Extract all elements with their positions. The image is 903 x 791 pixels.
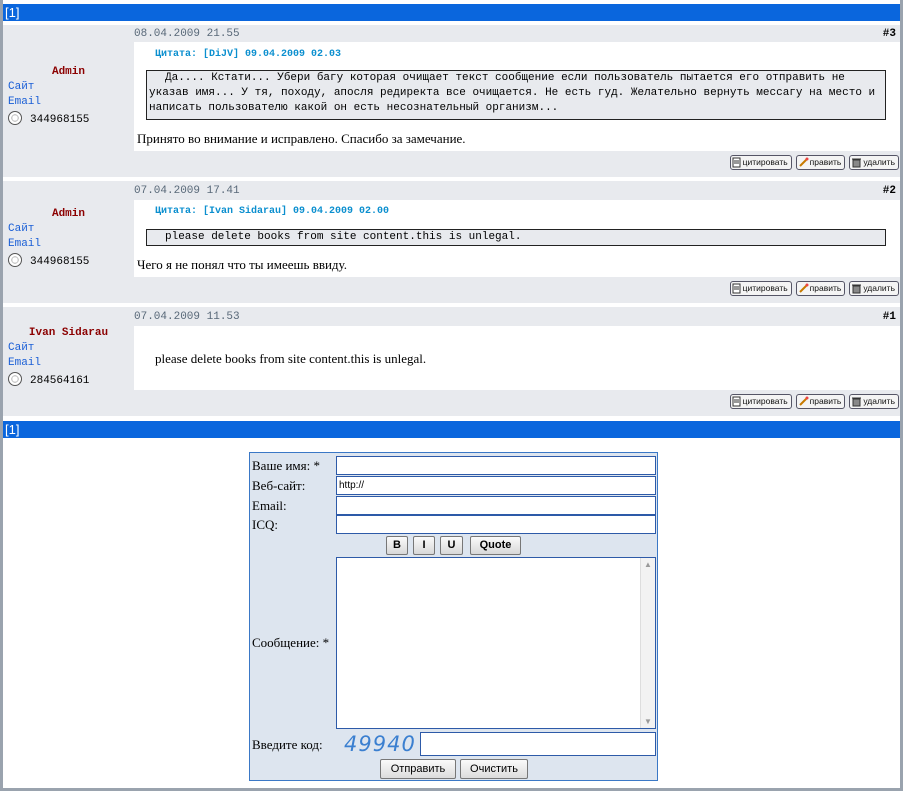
name-label: Ваше имя: * bbox=[252, 458, 320, 473]
icq-icon bbox=[8, 111, 22, 125]
website-label: Веб-сайт: bbox=[252, 478, 306, 493]
edit-post-button[interactable]: править bbox=[795, 394, 846, 409]
trash-icon bbox=[852, 397, 862, 407]
captcha-label: Введите код: bbox=[252, 737, 323, 752]
icq-input[interactable] bbox=[336, 515, 656, 534]
email-input[interactable] bbox=[336, 496, 656, 515]
scroll-up-icon[interactable]: ▲ bbox=[644, 560, 652, 569]
page-link[interactable]: [1] bbox=[5, 5, 19, 20]
pencil-icon bbox=[798, 283, 809, 293]
quote-button[interactable]: Quote bbox=[470, 536, 521, 555]
quote-post-button[interactable]: цитировать bbox=[729, 281, 792, 296]
pager-top: [1] bbox=[3, 4, 900, 21]
author-icq: 344968155 bbox=[8, 253, 89, 268]
submit-button[interactable]: Отправить bbox=[380, 759, 456, 779]
post-body: Цитата: [DiJV] 09.04.2009 02.03 Да.... К… bbox=[134, 42, 900, 151]
author-email-link[interactable]: Email bbox=[8, 238, 41, 250]
pager-bottom: [1] bbox=[3, 421, 900, 438]
clear-button[interactable]: Очистить bbox=[460, 759, 528, 779]
post-date: 07.04.2009 11.53 bbox=[134, 311, 240, 323]
delete-post-button[interactable]: удалить bbox=[849, 281, 899, 296]
icq-number: 344968155 bbox=[30, 114, 90, 126]
post-number: #2 bbox=[882, 185, 896, 197]
post-date: 08.04.2009 21.55 bbox=[134, 28, 240, 40]
icq-label: ICQ: bbox=[252, 517, 278, 532]
post-number: #3 bbox=[882, 28, 896, 40]
icq-icon bbox=[8, 253, 22, 267]
underline-button[interactable]: U bbox=[440, 536, 463, 555]
pencil-icon bbox=[798, 396, 809, 406]
message-label: Сообщение: * bbox=[252, 635, 330, 650]
post-author-panel: Admin Сайт Email 344968155 bbox=[3, 25, 134, 177]
icq-number: 344968155 bbox=[30, 256, 90, 268]
post-author-panel: Ivan Sidarau Сайт Email 284564161 bbox=[3, 307, 134, 416]
message-scrollbar[interactable]: ▲ ▼ bbox=[640, 558, 655, 728]
post: Ivan Sidarau Сайт Email 284564161 07.04.… bbox=[3, 307, 900, 416]
italic-button[interactable]: I bbox=[413, 536, 435, 555]
post-actions: цитировать править удалить bbox=[729, 155, 899, 170]
quote-post-button[interactable]: цитировать bbox=[729, 155, 792, 170]
edit-post-button[interactable]: править bbox=[795, 281, 846, 296]
author-icq: 284564161 bbox=[8, 372, 89, 387]
post: Admin Сайт Email 344968155 07.04.2009 17… bbox=[3, 181, 900, 303]
bold-button[interactable]: B bbox=[386, 536, 408, 555]
post-text: please delete books from site content.th… bbox=[155, 351, 427, 366]
post-body: Цитата: [Ivan Sidarau] 09.04.2009 02.00 … bbox=[134, 200, 900, 277]
quote-icon bbox=[732, 396, 741, 407]
quote-post-button[interactable]: цитировать bbox=[729, 394, 792, 409]
quote-box: Да.... Кстати... Убери багу которая очищ… bbox=[146, 70, 886, 120]
post-actions: цитировать править удалить bbox=[729, 281, 899, 296]
post-author-panel: Admin Сайт Email 344968155 bbox=[3, 181, 134, 303]
icq-number: 284564161 bbox=[30, 375, 90, 387]
name-input[interactable] bbox=[336, 456, 656, 475]
author-site-link[interactable]: Сайт bbox=[8, 223, 34, 235]
captcha-input[interactable] bbox=[420, 732, 656, 756]
trash-icon bbox=[852, 284, 862, 294]
author-site-link[interactable]: Сайт bbox=[8, 81, 34, 93]
website-input[interactable] bbox=[336, 476, 656, 495]
author-email-link[interactable]: Email bbox=[8, 96, 41, 108]
email-label: Email: bbox=[252, 498, 287, 513]
comment-form: Ваше имя: * Веб-сайт: Email: ICQ: B I U … bbox=[249, 452, 658, 781]
message-textarea[interactable]: ▲ ▼ bbox=[336, 557, 656, 729]
quote-icon bbox=[732, 157, 741, 168]
post-number: #1 bbox=[882, 311, 896, 323]
edit-post-button[interactable]: править bbox=[795, 155, 846, 170]
quote-icon bbox=[732, 283, 741, 294]
pencil-icon bbox=[798, 157, 809, 167]
captcha-image: 49940 bbox=[344, 732, 416, 756]
post-actions: цитировать править удалить bbox=[729, 394, 899, 409]
delete-post-button[interactable]: удалить bbox=[849, 394, 899, 409]
author-name[interactable]: Admin bbox=[3, 66, 134, 78]
quote-box: please delete books from site content.th… bbox=[146, 229, 886, 246]
scroll-down-icon[interactable]: ▼ bbox=[644, 717, 652, 726]
quote-header: Цитата: [DiJV] 09.04.2009 02.03 bbox=[155, 49, 342, 60]
post: Admin Сайт Email 344968155 08.04.2009 21… bbox=[3, 25, 900, 177]
author-email-link[interactable]: Email bbox=[8, 357, 41, 369]
post-body: please delete books from site content.th… bbox=[134, 326, 900, 390]
author-site-link[interactable]: Сайт bbox=[8, 342, 34, 354]
post-text: Чего я не понял что ты имеешь ввиду. bbox=[137, 257, 347, 272]
author-name[interactable]: Admin bbox=[3, 208, 134, 220]
post-date: 07.04.2009 17.41 bbox=[134, 185, 240, 197]
author-icq: 344968155 bbox=[8, 111, 89, 126]
author-name[interactable]: Ivan Sidarau bbox=[3, 327, 134, 339]
post-text: Принято во внимание и исправлено. Спасиб… bbox=[137, 131, 466, 146]
trash-icon bbox=[852, 158, 862, 168]
page-link[interactable]: [1] bbox=[5, 422, 19, 437]
delete-post-button[interactable]: удалить bbox=[849, 155, 899, 170]
quote-header: Цитата: [Ivan Sidarau] 09.04.2009 02.00 bbox=[155, 206, 390, 217]
icq-icon bbox=[8, 372, 22, 386]
